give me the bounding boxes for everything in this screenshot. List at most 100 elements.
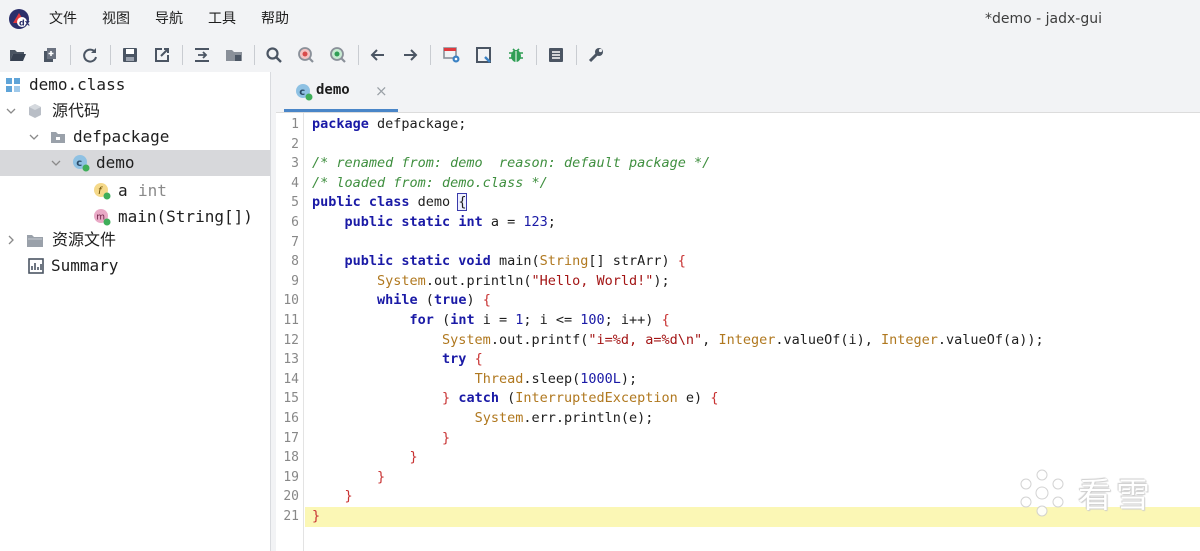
forward-icon bbox=[404, 49, 418, 61]
line-number: 7 bbox=[291, 234, 299, 250]
menu-file[interactable]: 文件 bbox=[36, 0, 89, 38]
svg-text:dx: dx bbox=[19, 19, 30, 28]
code-line-20: } bbox=[344, 488, 353, 505]
tree-resources-label: 资源文件 bbox=[52, 230, 117, 249]
tree-node-class-demo[interactable]: c demo bbox=[0, 150, 270, 176]
quick-tabs-icon bbox=[476, 47, 491, 63]
code-line-5: public class demo { bbox=[312, 193, 468, 212]
code-line-13: try { bbox=[442, 351, 483, 368]
tree-field-type: int bbox=[138, 181, 167, 200]
line-number: 16 bbox=[283, 411, 299, 426]
line-number: 14 bbox=[283, 371, 299, 387]
code-line-9: System.out.println("Hello, World!"); bbox=[377, 272, 670, 289]
code-line-21: } bbox=[312, 508, 321, 524]
code-line-15: } catch (InterruptedException e) { bbox=[442, 390, 719, 407]
line-number: 11 bbox=[283, 313, 299, 328]
tree-node-field[interactable]: f a int bbox=[0, 178, 270, 204]
package-folder-icon bbox=[49, 128, 67, 146]
code-line-16: System.err.println(e); bbox=[474, 410, 654, 426]
line-number: 8 bbox=[291, 254, 299, 270]
tree-source-code-label: 源代码 bbox=[52, 101, 101, 120]
line-number: 19 bbox=[283, 469, 299, 485]
tree-node-resources[interactable]: 资源文件 bbox=[0, 227, 270, 253]
preferences-button[interactable] bbox=[584, 43, 608, 67]
line-number: 5 bbox=[291, 195, 299, 211]
svg-text:c: c bbox=[76, 158, 82, 169]
debug-icon bbox=[509, 48, 523, 62]
line-number: 20 bbox=[283, 489, 299, 505]
log-icon bbox=[549, 48, 563, 62]
sync-button[interactable] bbox=[78, 43, 102, 67]
tree-node-source-code[interactable]: 源代码 bbox=[0, 98, 270, 124]
flatten-packages-icon bbox=[195, 48, 209, 62]
line-number: 2 bbox=[291, 136, 299, 152]
deobfuscation-icon bbox=[443, 47, 460, 63]
tree-node-summary[interactable]: Summary bbox=[0, 253, 270, 279]
quick-tabs-button[interactable] bbox=[472, 43, 496, 67]
find-usage-icon bbox=[330, 47, 346, 63]
sync-icon bbox=[83, 48, 97, 63]
line-number: 12 bbox=[283, 332, 299, 348]
field-icon: f bbox=[93, 182, 111, 200]
line-number: 13 bbox=[283, 352, 299, 368]
forward-button[interactable] bbox=[398, 43, 422, 67]
tree-root-label: demo.class bbox=[29, 75, 126, 94]
add-files-icon bbox=[44, 48, 56, 62]
find-class-icon bbox=[298, 47, 314, 63]
search-button[interactable] bbox=[262, 43, 286, 67]
chevron-down-icon[interactable] bbox=[50, 157, 62, 169]
find-usage-button[interactable] bbox=[326, 43, 350, 67]
flatten-packages-button[interactable] bbox=[190, 43, 214, 67]
tree-field-name: a bbox=[118, 181, 128, 200]
open-button[interactable] bbox=[6, 43, 30, 67]
code-line-4: /* loaded from: demo.class */ bbox=[312, 174, 548, 191]
line-number: 18 bbox=[283, 450, 299, 466]
find-class-button[interactable] bbox=[294, 43, 318, 67]
log-viewer-button[interactable] bbox=[544, 43, 568, 67]
code-line-12: System.out.printf("i=%d, a=%d\n", Intege… bbox=[442, 331, 1044, 348]
chevron-down-icon[interactable] bbox=[28, 131, 40, 143]
chevron-down-icon[interactable] bbox=[5, 105, 17, 117]
watermark-text: 看雪 bbox=[1078, 476, 1154, 516]
line-number: 9 bbox=[291, 273, 299, 289]
source-code-icon bbox=[26, 102, 44, 120]
tree-node-package[interactable]: defpackage bbox=[0, 124, 270, 150]
menu-tools[interactable]: 工具 bbox=[195, 0, 248, 38]
code-line-18: } bbox=[409, 449, 418, 466]
menu-navigation[interactable]: 导航 bbox=[142, 0, 195, 38]
editor-tab-bar: c demo × bbox=[276, 72, 1200, 112]
add-files-button[interactable] bbox=[38, 43, 62, 67]
jadx-logo-icon: dx bbox=[9, 9, 30, 29]
search-icon bbox=[266, 47, 282, 63]
tab-demo[interactable]: c demo × bbox=[284, 72, 398, 112]
line-number: 4 bbox=[291, 175, 299, 191]
code-line-17: } bbox=[442, 429, 451, 446]
deobfuscation-button[interactable] bbox=[440, 43, 464, 67]
package-view-icon bbox=[226, 50, 242, 61]
project-icon bbox=[4, 76, 22, 94]
export-button[interactable] bbox=[150, 43, 174, 67]
line-number: 1 bbox=[291, 117, 299, 132]
svg-text:c: c bbox=[299, 87, 305, 98]
package-view-button[interactable] bbox=[222, 43, 246, 67]
chevron-right-icon[interactable] bbox=[5, 234, 17, 246]
menu-help[interactable]: 帮助 bbox=[248, 0, 301, 38]
tree-root-node[interactable]: demo.class bbox=[0, 72, 270, 98]
menu-bar: dx 文件 视图 导航 工具 帮助 *demo - jadx-gui bbox=[0, 0, 1200, 38]
code-line-11: for (int i = 1; i <= 100; i++) { bbox=[409, 312, 670, 328]
save-icon bbox=[123, 48, 137, 62]
save-button[interactable] bbox=[118, 43, 142, 67]
debug-button[interactable] bbox=[504, 43, 528, 67]
menu-view[interactable]: 视图 bbox=[89, 0, 142, 38]
toolbar bbox=[0, 38, 1200, 72]
back-button[interactable] bbox=[366, 43, 390, 67]
code-line-6: public static int a = 123; bbox=[344, 214, 556, 230]
line-number: 10 bbox=[283, 293, 299, 309]
code-line-8: public static void main(String[] strArr)… bbox=[344, 253, 686, 270]
code-line-14: Thread.sleep(1000L); bbox=[474, 370, 638, 387]
tree-package-label: defpackage bbox=[73, 127, 170, 146]
close-icon[interactable]: × bbox=[375, 72, 388, 110]
resources-folder-icon bbox=[26, 231, 44, 249]
tree-summary-label: Summary bbox=[51, 256, 119, 275]
preferences-icon bbox=[588, 48, 603, 63]
